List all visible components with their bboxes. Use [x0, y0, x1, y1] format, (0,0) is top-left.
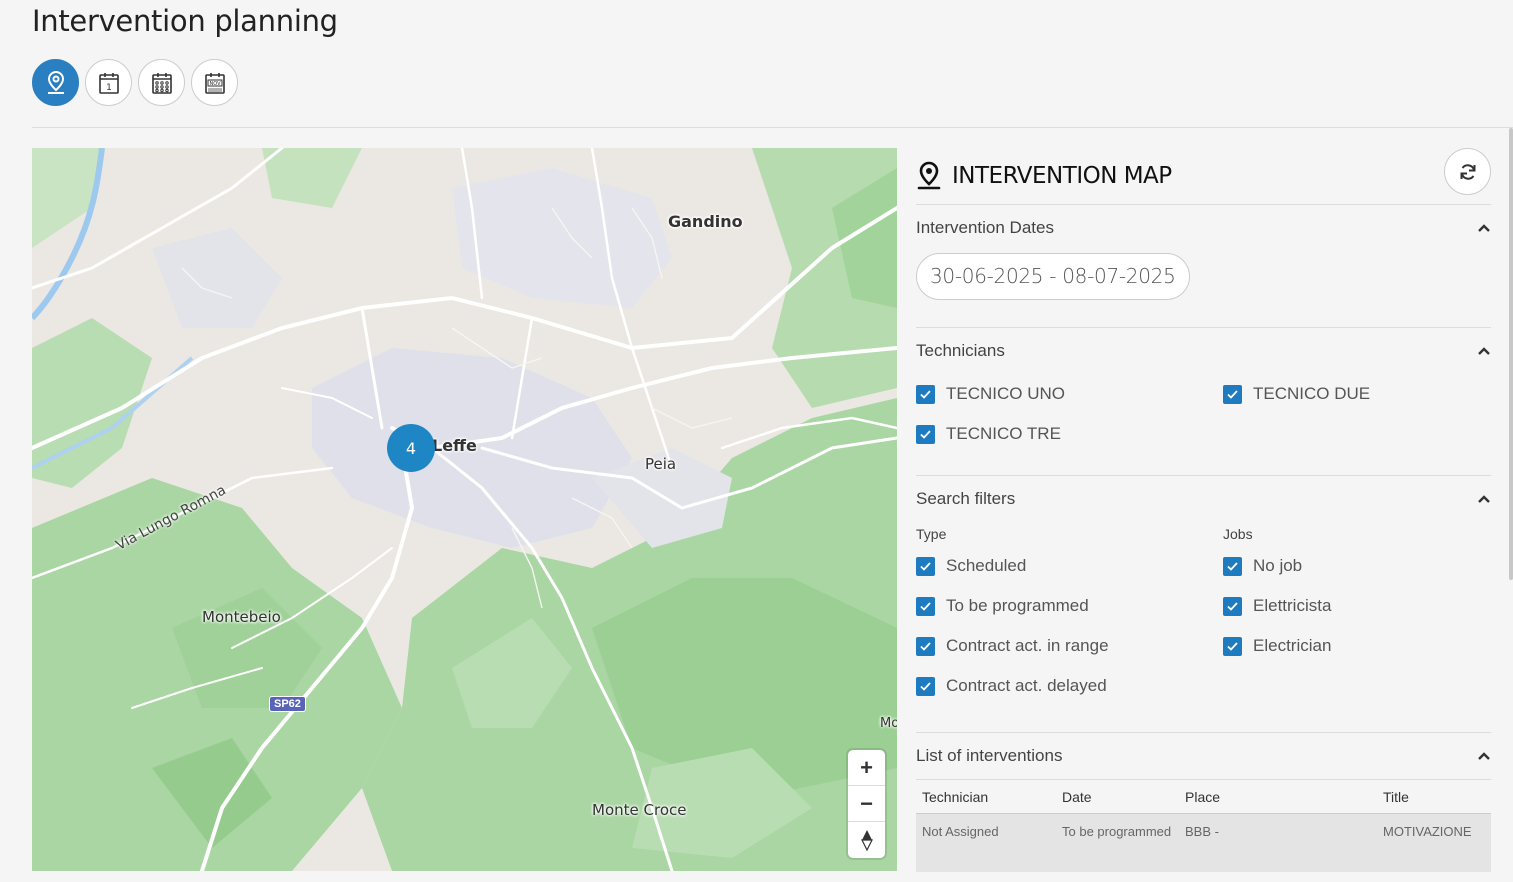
checkbox-label: Elettricista: [1253, 596, 1332, 615]
column-header[interactable]: Date: [1062, 789, 1185, 805]
type-checkbox[interactable]: Contract act. delayed: [916, 666, 1223, 706]
map-pin-icon: [917, 161, 941, 190]
checkbox-label: No job: [1253, 556, 1303, 575]
calendar-month-icon: [151, 72, 172, 94]
jobs-filter-column: Jobs No job Elettricista Electrician: [1223, 522, 1491, 706]
checkbox-label: Electrician: [1253, 636, 1332, 655]
checkbox-label: TECNICO DUE: [1253, 384, 1371, 403]
technicians-section-header[interactable]: Technicians: [916, 328, 1491, 374]
technician-checkbox[interactable]: TECNICO UNO: [916, 374, 1223, 414]
cell-place: BBB -: [1185, 824, 1219, 839]
checkbox-label: TECNICO TRE: [946, 424, 1061, 443]
day-view-button[interactable]: 1: [85, 59, 132, 106]
dates-section-title: Intervention Dates: [916, 218, 1054, 237]
type-checkbox[interactable]: Contract act. in range: [916, 626, 1223, 666]
checkbox-checked-icon: [916, 556, 935, 576]
map-zoom-control: + −: [848, 750, 885, 858]
interventions-section: List of interventions Technician Date Pl…: [916, 733, 1491, 872]
cell-technician: Not Assigned: [922, 824, 999, 839]
interventions-section-header[interactable]: List of interventions: [916, 733, 1491, 779]
table-row[interactable]: Not Assigned To be programmed BBB - MOTI…: [916, 814, 1491, 872]
month-view-button[interactable]: [138, 59, 185, 106]
checkbox-label: Scheduled: [946, 556, 1027, 575]
page-scrollbar[interactable]: [1509, 128, 1513, 580]
interventions-section-title: List of interventions: [916, 746, 1063, 765]
refresh-button[interactable]: [1444, 148, 1491, 195]
checkbox-checked-icon: [1223, 596, 1242, 616]
page-title: Intervention planning: [32, 4, 338, 38]
road-shield-sp62: SP62: [269, 696, 306, 712]
checkbox-checked-icon: [1223, 556, 1242, 576]
checkbox-label: Contract act. delayed: [946, 676, 1107, 695]
column-header[interactable]: Place: [1185, 789, 1383, 805]
column-header[interactable]: Technician: [922, 789, 1062, 805]
place-label-leffe: Leffe: [432, 436, 477, 455]
header-divider: [32, 127, 1513, 128]
compass-icon: [860, 830, 873, 851]
cell-title: MOTIVAZIONE: [1383, 824, 1472, 839]
place-label-montebeio: Montebeio: [202, 608, 281, 626]
checkbox-checked-icon: [916, 676, 935, 696]
type-filter-column: Type Scheduled To be programmed Contract…: [916, 522, 1223, 706]
panel-title: INTERVENTION MAP: [952, 163, 1172, 189]
column-header[interactable]: Title: [1383, 789, 1497, 805]
technicians-section-title: Technicians: [916, 341, 1005, 360]
filters-section-header[interactable]: Search filters: [916, 476, 1491, 522]
dates-section-header[interactable]: Intervention Dates: [916, 205, 1491, 251]
checkbox-label: TECNICO UNO: [946, 384, 1065, 403]
chevron-up-icon: [1478, 347, 1490, 355]
checkbox-checked-icon: [916, 636, 935, 656]
technicians-section: Technicians TECNICO UNO TECNICO DUE TECN…: [916, 328, 1491, 476]
filters-section: Search filters Type Scheduled To be prog…: [916, 476, 1491, 733]
checkbox-checked-icon: [1223, 636, 1242, 656]
table-header: Technician Date Place Title: [916, 780, 1491, 814]
calendar-year-icon: NOV: [204, 72, 225, 94]
checkbox-label: Contract act. in range: [946, 636, 1109, 655]
job-checkbox[interactable]: No job: [1223, 546, 1491, 586]
technician-checkbox[interactable]: TECNICO TRE: [916, 414, 1223, 454]
reset-north-button[interactable]: [848, 822, 885, 858]
svg-text:NOV: NOV: [209, 81, 221, 87]
date-range-input[interactable]: 30-06-2025 - 08-07-2025: [916, 253, 1190, 300]
map-pin-icon: [47, 70, 64, 94]
place-label-gandino: Gandino: [668, 212, 743, 231]
zoom-in-button[interactable]: +: [848, 750, 885, 786]
map-tiles: [32, 148, 897, 871]
checkbox-checked-icon: [916, 596, 935, 616]
map-view-button[interactable]: [32, 59, 79, 106]
side-panel: INTERVENTION MAP Intervention Dates 30-0…: [916, 148, 1491, 872]
map-canvas[interactable]: Gandino Leffe Peia Montebeio Monte Croce…: [32, 148, 897, 871]
chevron-up-icon: [1478, 495, 1490, 503]
cell-date: To be programmed: [1062, 824, 1172, 839]
job-checkbox[interactable]: Electrician: [1223, 626, 1491, 666]
chevron-up-icon: [1478, 752, 1490, 760]
type-label: Type: [916, 526, 947, 542]
place-label-mo: Mo: [880, 716, 897, 731]
type-checkbox[interactable]: Scheduled: [916, 546, 1223, 586]
place-label-monte-croce: Monte Croce: [592, 801, 687, 819]
chevron-up-icon: [1478, 224, 1490, 232]
jobs-label: Jobs: [1223, 526, 1253, 542]
marker-cluster[interactable]: 4: [387, 424, 435, 472]
dates-section: Intervention Dates 30-06-2025 - 08-07-20…: [916, 205, 1491, 328]
svg-text:1: 1: [106, 83, 112, 93]
interventions-table: Technician Date Place Title Not Assigned…: [916, 779, 1491, 872]
checkbox-checked-icon: [916, 424, 935, 444]
panel-header: INTERVENTION MAP: [916, 148, 1491, 205]
place-label-peia: Peia: [645, 455, 677, 473]
calendar-day-icon: 1: [98, 72, 119, 94]
checkbox-checked-icon: [1223, 384, 1242, 404]
refresh-icon: [1460, 163, 1475, 180]
filters-section-title: Search filters: [916, 489, 1016, 508]
view-switcher: 1 NOV: [32, 59, 238, 106]
technician-checkbox[interactable]: TECNICO DUE: [1223, 374, 1491, 414]
year-view-button[interactable]: NOV: [191, 59, 238, 106]
checkbox-checked-icon: [916, 384, 935, 404]
checkbox-label: To be programmed: [946, 596, 1089, 615]
type-checkbox[interactable]: To be programmed: [916, 586, 1223, 626]
zoom-out-button[interactable]: −: [848, 786, 885, 822]
job-checkbox[interactable]: Elettricista: [1223, 586, 1491, 626]
